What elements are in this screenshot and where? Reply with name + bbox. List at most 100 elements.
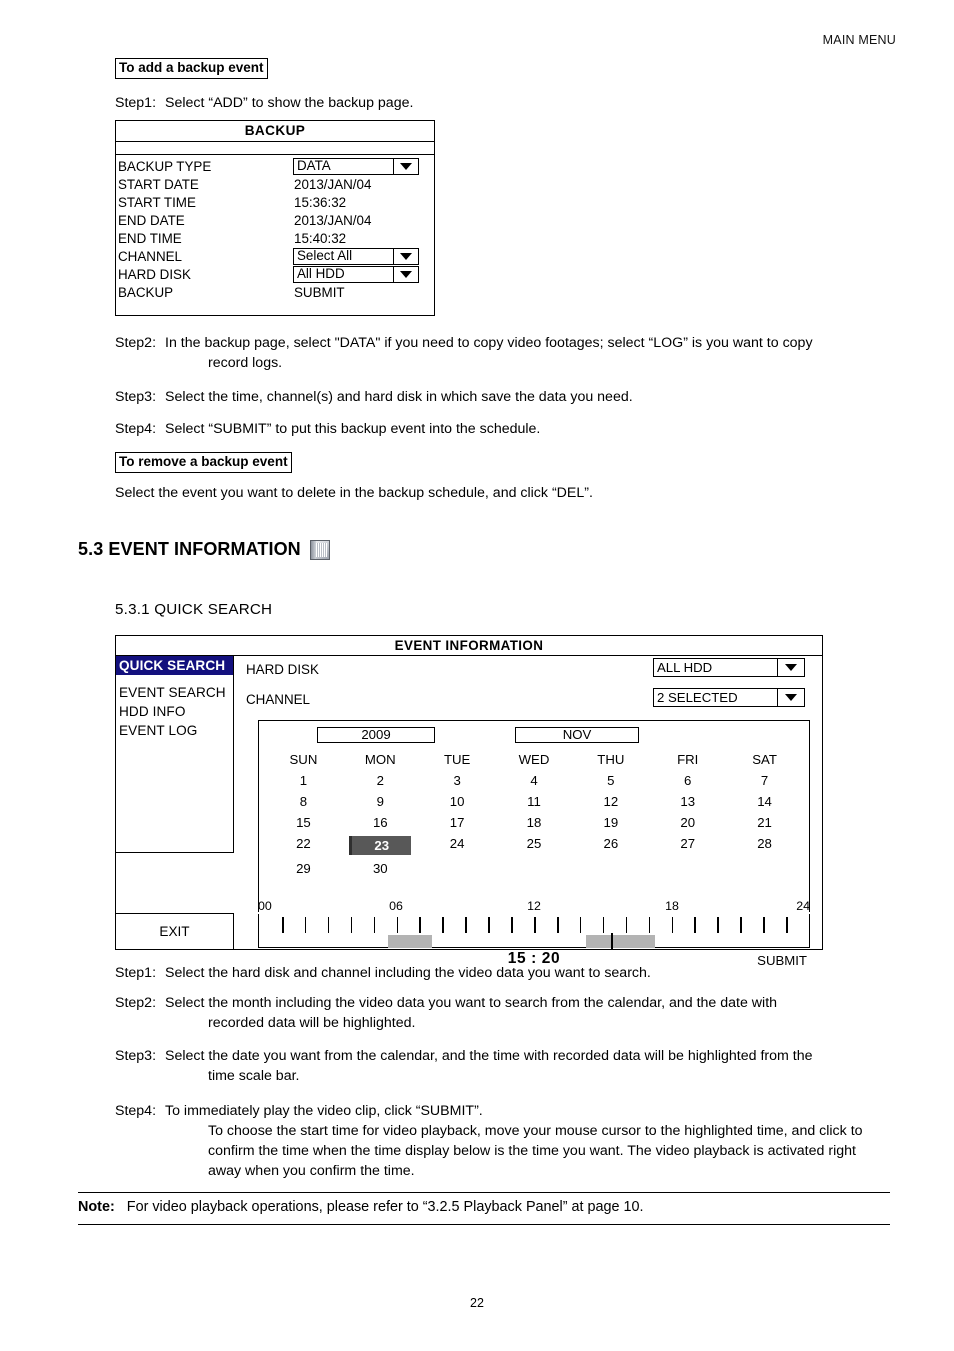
calendar-day[interactable]: 6 [649,770,726,791]
channel-dropdown[interactable]: Select All [293,247,419,265]
calendar-day[interactable]: 3 [419,770,496,791]
calendar-day[interactable]: 26 [572,833,649,858]
time-scale-tick [671,917,674,933]
chevron-down-icon[interactable] [777,659,804,676]
start-time-value[interactable]: 15:36:32 [294,195,346,210]
chevron-down-icon[interactable] [777,689,804,706]
time-scale-bar[interactable]: 00 06 12 18 24 15 : 20 SUBMIT [258,899,810,968]
calendar-day[interactable]: 19 [572,812,649,833]
calendar-day-selected[interactable]: 23 [342,833,419,858]
time-scale-tick-label: 18 [665,899,679,913]
calendar-day[interactable]: 13 [649,791,726,812]
hard-disk-select[interactable]: ALL HDD [653,658,805,677]
calendar-day[interactable]: 21 [726,812,803,833]
time-scale-tick [556,917,559,933]
end-time-value[interactable]: 15:40:32 [294,231,346,246]
end-date-value[interactable]: 2013/JAN/04 [294,213,371,228]
sidebar-item-hdd-info[interactable]: HDD INFO [116,702,233,721]
calendar-year-selector[interactable]: 2009 [317,727,435,743]
time-scale-recorded-block[interactable] [388,935,433,948]
sidebar-item-quick-search[interactable]: QUICK SEARCH [116,656,233,675]
start-date-value[interactable]: 2013/JAN/04 [294,177,371,192]
calendar-day[interactable]: 8 [265,791,342,812]
backup-dialog-rows: BACKUP TYPE DATA START DATE 2013/JAN/04 … [116,155,434,315]
backup-step1-label: Step1: [115,95,157,111]
time-scale-tick-label: 12 [527,899,541,913]
calendar-day[interactable]: 5 [572,770,649,791]
backup-step1: Step1: Select “ADD” to show the backup p… [115,93,895,113]
qs-step1-label: Step1: [115,965,157,981]
calendar-day[interactable]: 27 [649,833,726,858]
remove-backup-heading: To remove a backup event [115,452,292,473]
calendar-day[interactable]: 15 [265,812,342,833]
channel-label: CHANNEL [118,248,182,264]
calendar-day[interactable]: 7 [726,770,803,791]
chevron-down-icon[interactable] [393,266,418,282]
hard-disk-label: HARD DISK [118,266,191,282]
time-scale-tick [763,917,765,933]
time-scale-recorded-block[interactable] [586,935,655,948]
calendar-day[interactable]: 17 [419,812,496,833]
calendar-day[interactable]: 2 [342,770,419,791]
calendar-day[interactable]: 10 [419,791,496,812]
qs-step3-line2: time scale bar. [208,1068,300,1085]
calendar-day[interactable]: 28 [726,833,803,858]
time-scale-tick [350,917,353,933]
backup-type-value: DATA [297,158,331,173]
sidebar-item-event-search[interactable]: EVENT SEARCH [116,683,233,702]
calendar-day[interactable]: 16 [342,812,419,833]
sidebar-item-event-log[interactable]: EVENT LOG [116,721,233,740]
calendar-day-selected-label: 23 [349,836,412,855]
time-scale-cursor[interactable] [611,933,613,949]
calendar-day[interactable]: 1 [265,770,342,791]
qs-step2: Step2: Select the month including the vi… [115,993,900,1033]
qs-step2-text: Select the month including the video dat… [165,993,900,1033]
calendar-month-selector[interactable]: NOV [515,727,639,743]
qs-step4-text: To immediately play the video clip, clic… [165,1101,900,1182]
time-scale-tick [717,917,719,933]
backup-dialog: BACKUP BACKUP TYPE DATA START DATE 2013/… [115,120,435,316]
qs-step4-line2: To choose the start time for video playb… [208,1123,863,1140]
note-rule-bottom [78,1224,890,1225]
backup-step2-line1: In the backup page, select "DATA" if you… [165,335,813,351]
backup-step2: Step2: In the backup page, select "DATA"… [115,333,900,373]
calendar-day[interactable]: 29 [265,858,342,879]
calendar-day[interactable]: 30 [342,858,419,879]
calendar-day[interactable]: 4 [496,770,573,791]
time-scale-tick [648,917,651,933]
backup-step2-label: Step2: [115,335,157,351]
note-label: Note: [78,1199,115,1215]
calendar-day[interactable]: 24 [419,833,496,858]
calendar-day[interactable]: 20 [649,812,726,833]
note-rule-top [78,1192,890,1193]
calendar-day[interactable]: 22 [265,833,342,858]
hard-disk-dropdown[interactable]: All HDD [293,265,419,283]
qs-step4: Step4: To immediately play the video cli… [115,1101,900,1182]
time-scale-labels: 00 06 12 18 24 [258,899,810,913]
calendar-day[interactable]: 9 [342,791,419,812]
backup-type-dropdown[interactable]: DATA [293,157,419,175]
chevron-down-icon[interactable] [393,158,418,174]
time-scale-tick-label: 06 [389,899,403,913]
calendar-day[interactable]: 12 [572,791,649,812]
calendar-day[interactable]: 11 [496,791,573,812]
qs-step4-line1: To immediately play the video clip, clic… [165,1103,483,1119]
backup-row-type: BACKUP TYPE DATA [116,157,434,175]
calendar-day[interactable]: 14 [726,791,803,812]
note-text: For video playback operations, please re… [126,1199,644,1215]
backup-action-label: BACKUP [118,284,174,300]
calendar-day[interactable]: 18 [496,812,573,833]
backup-submit-button[interactable]: SUBMIT [294,285,345,300]
backup-dialog-title: BACKUP [116,121,434,142]
time-scale-tick [694,917,696,933]
calendar-day[interactable]: 25 [496,833,573,858]
channel-select[interactable]: 2 SELECTED [653,688,805,707]
exit-button[interactable]: EXIT [116,913,234,949]
hard-disk-field-label: HARD DISK [246,662,319,677]
time-scale-track[interactable] [258,914,810,949]
calendar-year-month-row: 2009 NOV [259,721,809,743]
time-scale-tick [534,917,536,933]
chevron-down-icon[interactable] [393,248,418,264]
event-information-title: EVENT INFORMATION [116,636,822,656]
time-scale-tick [419,917,421,933]
